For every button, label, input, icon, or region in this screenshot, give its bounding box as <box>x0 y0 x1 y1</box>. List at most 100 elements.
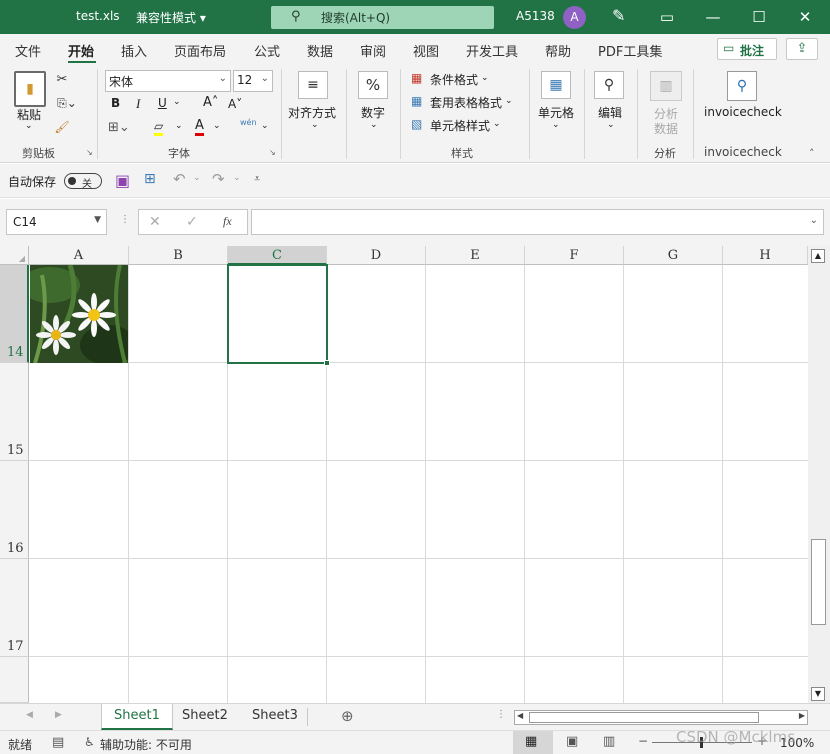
chevron-down-icon[interactable]: ⌄ <box>607 120 615 130</box>
font-launcher-icon[interactable]: ↘ <box>269 148 276 157</box>
fill-color-icon[interactable]: ▱ <box>154 119 164 136</box>
row-header-17[interactable]: 17 <box>0 559 29 657</box>
chevron-down-icon[interactable]: ⌄ <box>213 121 221 131</box>
column-header-h[interactable]: H <box>723 246 808 265</box>
row-header-18[interactable] <box>0 657 29 703</box>
increase-font-icon[interactable]: A˄ <box>203 95 218 110</box>
collapse-ribbon-icon[interactable]: ˄ <box>809 147 815 160</box>
tab-data[interactable]: 数据 <box>307 41 333 60</box>
percent-icon[interactable]: % <box>358 71 388 99</box>
autosave-toggle[interactable]: 关 <box>64 173 102 190</box>
chevron-down-icon[interactable]: ⌄ <box>193 173 201 183</box>
minimize-icon[interactable]: — <box>690 0 736 34</box>
tab-view[interactable]: 视图 <box>413 41 439 60</box>
fill-handle[interactable] <box>324 360 330 366</box>
scroll-up-icon[interactable]: ▲ <box>811 249 825 263</box>
search-icon[interactable]: ⚲ <box>594 71 624 99</box>
enter-icon[interactable]: ✓ <box>186 214 198 230</box>
number-label[interactable]: 数字 <box>361 104 385 121</box>
select-all-corner[interactable]: ◢ <box>0 246 29 265</box>
row-header-14[interactable]: 14 <box>0 265 29 363</box>
cells-label[interactable]: 单元格 <box>538 104 574 121</box>
cell-styles-button[interactable]: 单元格样式 <box>430 117 490 134</box>
decrease-font-icon[interactable]: A˅ <box>228 97 242 111</box>
alignment-label[interactable]: 对齐方式 <box>288 104 336 121</box>
column-header-f[interactable]: F <box>525 246 624 265</box>
column-header-d[interactable]: D <box>327 246 426 265</box>
invoice-search-icon[interactable]: ⚲ <box>727 71 757 101</box>
tab-insert[interactable]: 插入 <box>121 41 147 60</box>
chevron-down-icon[interactable]: ⌄ <box>173 97 181 107</box>
accessibility-status[interactable]: 辅助功能: 不可用 <box>100 736 192 753</box>
scroll-right-icon[interactable]: ▶ <box>55 710 62 720</box>
share-button[interactable]: ⇪ <box>786 38 818 60</box>
chevron-down-icon[interactable]: ⌄ <box>493 119 501 129</box>
align-icon[interactable]: ≡ <box>298 71 328 99</box>
search-box[interactable]: ⚲ 搜索(Alt+Q) <box>271 6 494 29</box>
chevron-down-icon[interactable]: ⌄ <box>261 121 269 131</box>
tab-help[interactable]: 帮助 <box>545 41 571 60</box>
chevron-down-icon[interactable]: ⌄ <box>505 96 513 106</box>
chevron-down-icon[interactable]: ⌄ <box>552 120 560 130</box>
vertical-scrollbar[interactable]: ▲ ▼ <box>808 246 830 703</box>
redo-icon[interactable]: ↷ <box>212 170 225 188</box>
customize-qat-icon[interactable]: ⩡ <box>254 172 260 186</box>
cut-icon[interactable]: ✂ <box>54 71 70 87</box>
tab-review[interactable]: 审阅 <box>360 41 386 60</box>
comments-button[interactable]: ▭ 批注 <box>717 38 777 60</box>
paste-icon[interactable]: ▮ <box>14 71 46 107</box>
column-header-c[interactable]: C <box>228 246 327 265</box>
add-sheet-icon[interactable]: ⊕ <box>341 707 354 725</box>
editing-label[interactable]: 编辑 <box>598 104 622 121</box>
conditional-format-button[interactable]: 条件格式 <box>430 71 478 88</box>
sheet-tab-sheet2[interactable]: Sheet2 <box>170 704 240 730</box>
format-painter-icon[interactable]: 🖌 <box>54 119 70 135</box>
sheet-tab-sheet3[interactable]: Sheet3 <box>240 704 310 730</box>
clipboard-launcher-icon[interactable]: ↘ <box>86 148 93 157</box>
bold-button[interactable]: B <box>111 96 120 110</box>
sheet-tab-sheet1[interactable]: Sheet1 <box>101 704 173 730</box>
chevron-down-icon[interactable]: ⌄ <box>311 120 319 130</box>
row-header-16[interactable]: 16 <box>0 461 29 559</box>
save-icon[interactable]: ▣ <box>115 171 130 190</box>
hscroll-left-icon[interactable]: ◀ <box>517 711 523 720</box>
copy-icon[interactable]: ⎘⌄ <box>54 95 80 111</box>
tab-page-layout[interactable]: 页面布局 <box>174 41 226 60</box>
avatar[interactable]: A <box>563 6 586 29</box>
normal-view-button[interactable]: ▦ <box>513 731 553 754</box>
column-header-b[interactable]: B <box>129 246 228 265</box>
paste-dropdown-icon[interactable]: ⌄ <box>25 121 33 131</box>
chevron-down-icon[interactable]: ⌄ <box>175 121 183 131</box>
tab-file[interactable]: 文件 <box>15 41 41 60</box>
undo-icon[interactable]: ↶ <box>173 170 186 188</box>
chevron-down-icon[interactable]: ⌄ <box>233 173 241 183</box>
spreadsheet-grid[interactable]: ◢ A B C D E F G H 14 15 16 17 <box>0 246 808 703</box>
scroll-down-icon[interactable]: ▼ <box>811 687 825 701</box>
close-icon[interactable]: ✕ <box>782 0 828 34</box>
font-name-select[interactable]: 宋体 ⌄ <box>105 70 231 92</box>
chevron-down-icon[interactable]: ⌄ <box>370 120 378 130</box>
font-size-select[interactable]: 12 ⌄ <box>233 70 273 92</box>
column-header-g[interactable]: G <box>624 246 723 265</box>
column-header-a[interactable]: A <box>29 246 129 265</box>
tab-pdf-tools[interactable]: PDF工具集 <box>598 41 662 60</box>
maximize-icon[interactable]: ☐ <box>736 0 782 34</box>
daisy-flowers-image[interactable] <box>30 265 128 363</box>
compat-mode[interactable]: 兼容性模式 ▾ <box>136 9 206 26</box>
underline-button[interactable]: U <box>158 96 167 110</box>
chevron-down-icon[interactable]: ⌄ <box>481 73 489 83</box>
expand-formula-icon[interactable]: ⌄ <box>810 215 818 226</box>
tab-developer[interactable]: 开发工具 <box>466 41 518 60</box>
invoicecheck-button[interactable]: invoicecheck <box>704 105 782 119</box>
formula-input[interactable]: ⌄ <box>251 209 824 235</box>
italic-button[interactable]: I <box>136 96 140 112</box>
zoom-out-icon[interactable]: − <box>638 734 648 748</box>
page-layout-view-icon[interactable]: ▣ <box>566 734 578 749</box>
tab-formulas[interactable]: 公式 <box>254 41 280 60</box>
insert-function-button[interactable]: fx <box>223 214 232 229</box>
hscroll-right-icon[interactable]: ▶ <box>799 711 805 720</box>
scroll-thumb[interactable] <box>811 539 826 625</box>
hierarchy-icon[interactable]: ⊞ <box>144 171 156 187</box>
row-header-15[interactable]: 15 <box>0 363 29 461</box>
selected-cell[interactable] <box>227 264 328 364</box>
